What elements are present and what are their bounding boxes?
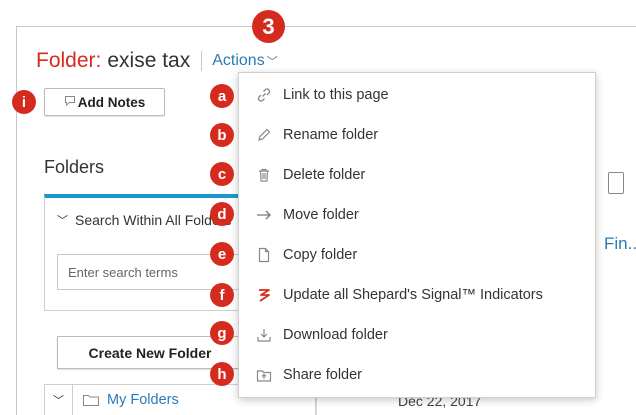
folder-prefix: Folder:: [36, 49, 102, 72]
menu-item-label: Copy folder: [283, 247, 358, 263]
header-divider: [201, 51, 203, 71]
menu-item-label: Rename folder: [283, 127, 379, 143]
pencil-icon: [255, 126, 273, 144]
chevron-down-icon: ﹀: [57, 215, 68, 227]
menu-item-link-to-page[interactable]: Link to this page: [239, 77, 595, 113]
add-notes-label: Add Notes: [77, 94, 146, 110]
menu-callout-badge-d: d: [210, 202, 234, 226]
menu-callout-badge-c: c: [210, 162, 234, 186]
menu-callout-badge-h: h: [210, 362, 234, 386]
menu-item-label: Download folder: [283, 327, 388, 343]
actions-menu: Link to this page Rename folder Delete f…: [238, 72, 596, 398]
menu-callout-badge-g: g: [210, 321, 234, 345]
add-notes-button[interactable]: Add Notes: [44, 88, 165, 116]
link-icon: [255, 86, 273, 104]
search-panel-toggle[interactable]: ﹀ Search Within All Folders: [57, 212, 231, 228]
menu-item-rename-folder[interactable]: Rename folder: [239, 117, 595, 153]
menu-callout-badge-f: f: [210, 283, 234, 307]
menu-item-share-folder[interactable]: Share folder: [239, 357, 595, 393]
menu-item-move-folder[interactable]: Move folder: [239, 197, 595, 233]
expand-icon[interactable]: [608, 172, 624, 194]
folder-icon: [83, 395, 99, 406]
menu-item-delete-folder[interactable]: Delete folder: [239, 157, 595, 193]
menu-item-update-signal[interactable]: Update all Shepard's Signal™ Indicators: [239, 277, 595, 313]
actions-dropdown[interactable]: Actions ﹀: [212, 52, 277, 70]
chevron-down-icon: ﹀: [266, 56, 278, 68]
tree-item-label: My Folders: [107, 392, 179, 408]
signal-icon: [255, 286, 273, 304]
menu-item-label: Link to this page: [283, 87, 389, 103]
menu-item-copy-folder[interactable]: Copy folder: [239, 237, 595, 273]
menu-callout-badge-e: e: [210, 242, 234, 266]
folders-title: Folders: [44, 157, 105, 177]
menu-callout-badge-b: b: [210, 123, 234, 147]
document-link[interactable]: Fin...: [604, 234, 636, 254]
trash-icon: [255, 166, 273, 184]
chevron-down-icon[interactable]: ﹀: [45, 385, 73, 415]
actions-label: Actions: [212, 52, 265, 69]
add-notes-callout-badge: i: [12, 90, 36, 114]
comment-icon: [64, 95, 76, 109]
page-header: Folder: exise tax Actions ﹀: [36, 47, 278, 75]
download-icon: [255, 326, 273, 344]
menu-item-label: Move folder: [283, 207, 359, 223]
search-heading: Search Within All Folders: [75, 212, 232, 228]
copy-icon: [255, 246, 273, 264]
menu-item-label: Share folder: [283, 367, 362, 383]
menu-callout-badge-a: a: [210, 84, 234, 108]
arrow-right-icon: [255, 206, 273, 224]
menu-item-label: Update all Shepard's Signal™ Indicators: [283, 287, 543, 303]
folder-name: exise tax: [107, 49, 191, 72]
actions-callout-badge: 3: [252, 10, 285, 43]
share-icon: [255, 366, 273, 384]
menu-item-label: Delete folder: [283, 167, 366, 183]
menu-item-download-folder[interactable]: Download folder: [239, 317, 595, 353]
